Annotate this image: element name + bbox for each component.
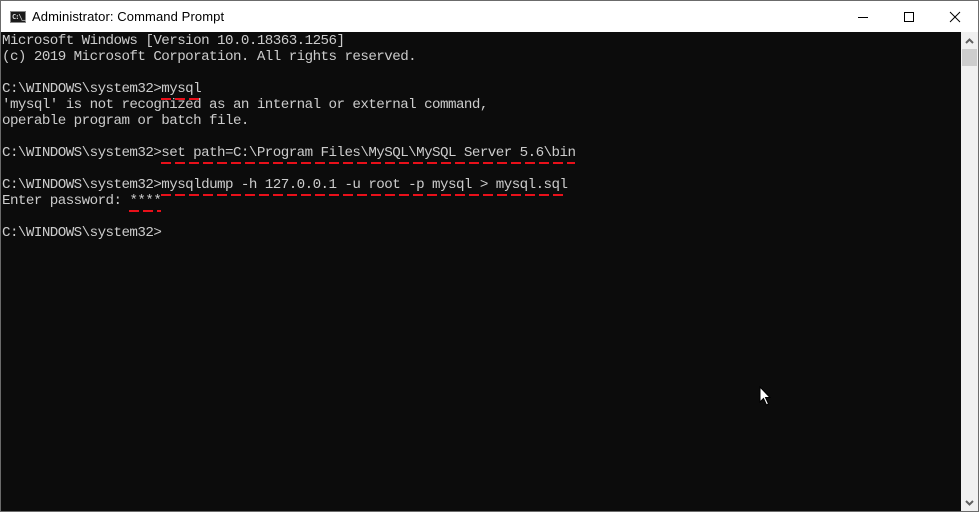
console-line: operable program or batch file.	[2, 113, 249, 129]
console-line: (c) 2019 Microsoft Corporation. All righ…	[2, 49, 417, 65]
vertical-scrollbar[interactable]	[961, 32, 978, 511]
console-prompt: C:\WINDOWS\system32>	[2, 177, 162, 193]
window-title: Administrator: Command Prompt	[32, 9, 225, 24]
maximize-icon	[904, 11, 914, 22]
chevron-up-icon	[965, 37, 974, 44]
console-prompt: C:\WINDOWS\system32>	[2, 81, 162, 97]
console-prompt: C:\WINDOWS\system32>	[2, 225, 162, 241]
highlighted-command: ****	[129, 193, 162, 212]
console-prompt: C:\WINDOWS\system32>	[2, 145, 162, 161]
console-output[interactable]: Microsoft Windows [Version 10.0.18363.12…	[1, 32, 961, 511]
highlighted-command: set path=C:\Program Files\MySQL\MySQL Se…	[161, 145, 576, 164]
scroll-up-button[interactable]	[961, 32, 978, 49]
minimize-button[interactable]	[840, 1, 886, 32]
maximize-button[interactable]	[886, 1, 932, 32]
console-line: C:\WINDOWS\system32>	[2, 225, 162, 241]
title-bar[interactable]: C:\_ Administrator: Command Prompt	[1, 1, 978, 32]
highlighted-command: mysql	[161, 81, 202, 100]
mouse-pointer-icon	[759, 386, 772, 406]
console-text: (c) 2019 Microsoft Corporation. All righ…	[2, 49, 417, 65]
console-line: 'mysql' is not recognized as an internal…	[2, 97, 488, 113]
console-line: C:\WINDOWS\system32>set path=C:\Program …	[2, 145, 576, 164]
command-prompt-window: C:\_ Administrator: Command Prompt Micro…	[0, 0, 979, 512]
console-text: Microsoft Windows [Version 10.0.18363.12…	[2, 33, 345, 49]
window-controls	[840, 1, 978, 32]
scrollbar-thumb[interactable]	[962, 49, 977, 66]
console-text: operable program or batch file.	[2, 113, 249, 129]
console-line: C:\WINDOWS\system32>mysql	[2, 81, 202, 100]
close-button[interactable]	[932, 1, 978, 32]
console-prompt: Enter password:	[2, 193, 130, 209]
console-app-icon[interactable]: C:\_	[10, 10, 26, 23]
console-line: Microsoft Windows [Version 10.0.18363.12…	[2, 33, 345, 49]
minimize-icon	[858, 16, 868, 18]
close-icon	[949, 11, 961, 22]
console-text: 'mysql' is not recognized as an internal…	[2, 97, 488, 113]
scroll-down-button[interactable]	[961, 494, 978, 511]
console-line: C:\WINDOWS\system32>mysqldump -h 127.0.0…	[2, 177, 568, 196]
chevron-down-icon	[965, 499, 974, 506]
highlighted-command: mysqldump -h 127.0.0.1 -u root -p mysql …	[161, 177, 568, 196]
console-line: Enter password: ****	[2, 193, 162, 212]
